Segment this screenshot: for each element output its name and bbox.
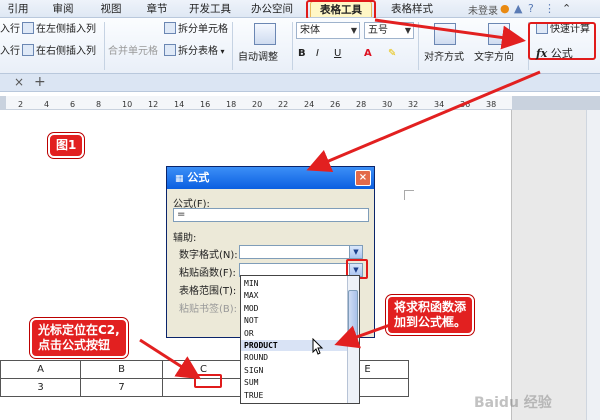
screenshot-root: 引用 审阅 视图 章节 开发工具 办公空间 表格工具 表格样式 未登录 ● ▲ … — [0, 0, 600, 420]
arrow-to-formula-button — [374, 18, 526, 50]
arrow-to-cell-c2 — [139, 338, 202, 380]
arrow-to-product — [334, 323, 391, 349]
mouse-pointer-icon — [312, 338, 324, 355]
annotation-arrows — [139, 18, 541, 380]
watermark: Baidu 经验 — [474, 395, 552, 411]
arrow-to-dialog — [306, 70, 541, 173]
